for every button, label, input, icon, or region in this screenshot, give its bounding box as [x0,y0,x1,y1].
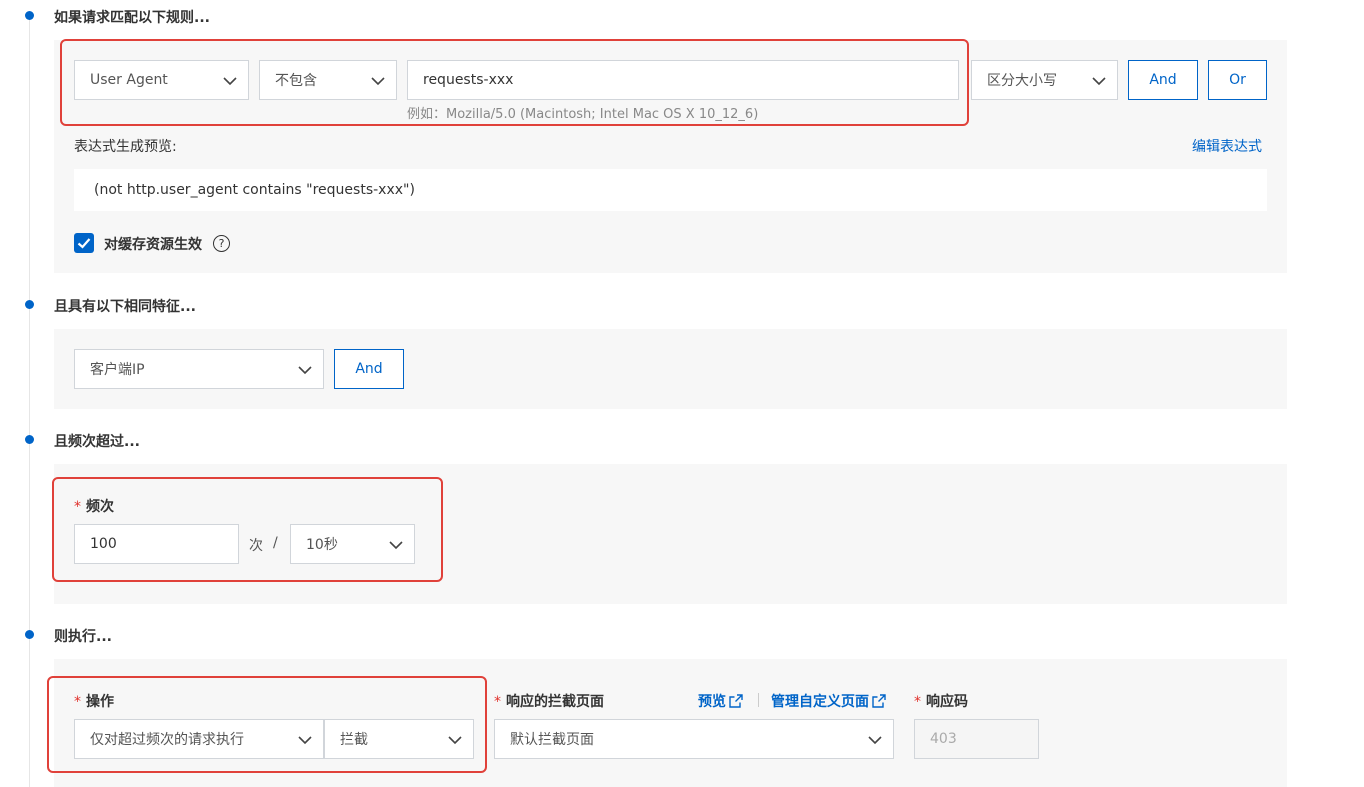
times-unit-label: 次 [249,538,263,554]
required-mark: * [914,694,921,710]
expression-preview-label: 表达式生成预览: [74,139,177,155]
section-title-match-rules: 如果请求匹配以下规则... [54,10,210,26]
operation-label-text: 操作 [86,694,114,710]
operation-label: * 操作 [74,691,114,711]
response-code-label-text: 响应码 [926,694,968,710]
field-select[interactable]: User Agent [74,60,249,100]
external-link-icon [729,694,743,708]
slash-separator: / [273,535,278,551]
scope-select[interactable]: 仅对超过频次的请求执行 [74,719,324,759]
period-select-value: 10秒 [306,537,338,553]
required-mark: * [74,499,81,515]
preview-link-text: 预览 [698,694,726,710]
block-page-select-value: 默认拦截页面 [510,732,594,748]
manage-link-text: 管理自定义页面 [771,694,869,710]
feature-select[interactable]: 客户端IP [74,349,324,389]
field-select-value: User Agent [90,72,168,88]
block-page-label-text: 响应的拦截页面 [506,694,604,710]
link-divider [758,693,759,707]
frequency-count-value: 100 [90,536,117,552]
section-title-frequency: 且频次超过... [54,434,140,450]
action-select-value: 拦截 [340,732,368,748]
preview-link[interactable]: 预览 [698,691,743,711]
case-sensitivity-select[interactable]: 区分大小写 [971,60,1118,100]
chevron-down-icon [298,736,312,745]
and-button[interactable]: And [1128,60,1198,100]
or-button[interactable]: Or [1208,60,1267,100]
frequency-label-text: 频次 [86,499,114,515]
case-select-value: 区分大小写 [987,73,1057,89]
chevron-down-icon [1092,77,1106,86]
cache-checkbox[interactable] [74,233,94,253]
block-page-select[interactable]: 默认拦截页面 [494,719,894,759]
required-mark: * [74,694,81,710]
action-select[interactable]: 拦截 [324,719,474,759]
period-select[interactable]: 10秒 [290,524,415,564]
edit-expression-link[interactable]: 编辑表达式 [1192,136,1262,156]
cache-checkbox-label: 对缓存资源生效 [104,237,202,253]
response-code-label: * 响应码 [914,691,968,711]
section-title-then-execute: 则执行... [54,629,112,645]
scope-select-value: 仅对超过频次的请求执行 [90,732,244,748]
timeline-dot [25,11,34,20]
expression-preview-box: (not http.user_agent contains "requests-… [74,169,1267,211]
block-page-label: * 响应的拦截页面 [494,691,604,711]
response-code-input: 403 [914,719,1039,759]
timeline-dot [25,630,34,639]
match-value-input[interactable]: requests-xxx [407,60,959,100]
required-mark: * [494,694,501,710]
timeline-dot [25,435,34,444]
chevron-down-icon [448,736,462,745]
chevron-down-icon [298,366,312,375]
operator-select[interactable]: 不包含 [259,60,397,100]
check-icon [77,238,91,249]
feature-select-value: 客户端IP [90,362,145,378]
section-title-same-features: 且具有以下相同特征... [54,299,196,315]
frequency-count-input[interactable]: 100 [74,524,239,564]
chevron-down-icon [223,77,237,86]
response-code-value: 403 [930,731,957,747]
frequency-label: * 频次 [74,496,114,516]
chevron-down-icon [868,736,882,745]
external-link-icon [872,694,886,708]
operator-select-value: 不包含 [275,73,317,89]
question-circle-icon[interactable]: ? [213,235,230,252]
example-hint: 例如：Mozilla/5.0 (Macintosh; Intel Mac OS … [407,107,759,122]
chevron-down-icon [389,541,403,550]
timeline-rail [29,15,30,787]
chevron-down-icon [371,77,385,86]
match-value-text: requests-xxx [423,72,514,88]
manage-custom-pages-link[interactable]: 管理自定义页面 [771,691,886,711]
timeline-dot [25,300,34,309]
features-and-button[interactable]: And [334,349,404,389]
